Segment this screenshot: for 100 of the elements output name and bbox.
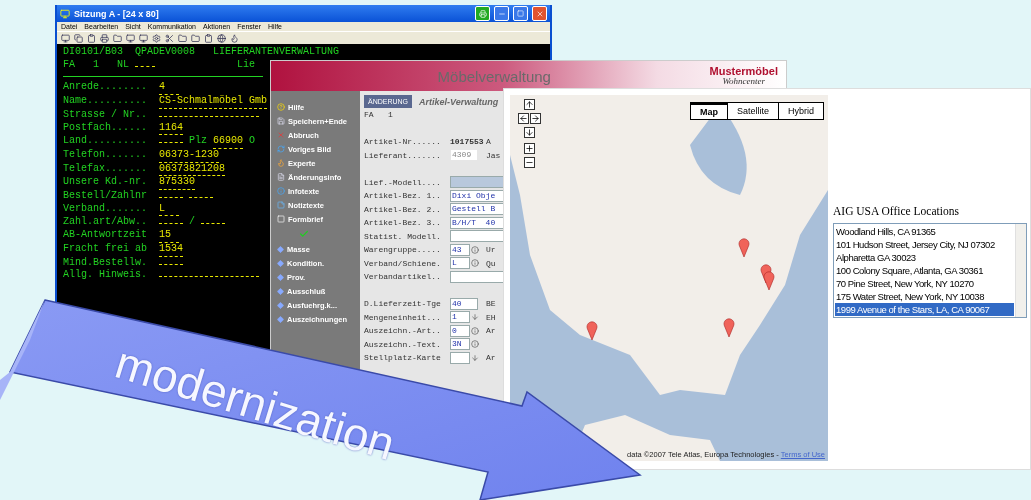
pan-right-button[interactable]	[530, 113, 541, 124]
map-pin-icon[interactable]	[738, 237, 750, 257]
toolbar-icon[interactable]	[191, 33, 200, 43]
input-field[interactable]: 1534	[159, 242, 183, 257]
input-field[interactable]: 06373-1230	[159, 148, 219, 163]
location-list[interactable]	[833, 223, 1027, 318]
map-type-button[interactable]: Hybrid	[778, 103, 823, 119]
field-label: Statist. Modell.	[364, 231, 442, 241]
field-label: EH	[486, 312, 496, 322]
input-field[interactable]	[450, 270, 504, 283]
input-field[interactable]: L	[450, 257, 470, 270]
field-label: Bestell/Zahlnr	[63, 190, 148, 203]
arrow-down-icon	[525, 128, 534, 137]
input-field[interactable]: 43	[450, 243, 470, 256]
zoom-out-button[interactable]	[524, 157, 535, 168]
field-label: Allg. Hinweis.	[63, 269, 148, 282]
field-label: Qu	[486, 258, 496, 268]
toolbar-icon[interactable]	[204, 33, 213, 43]
info-icon[interactable]	[471, 245, 479, 254]
map-pin-icon[interactable]	[763, 270, 775, 290]
input-field[interactable]: 66900	[213, 135, 244, 149]
maximize-button[interactable]	[513, 6, 528, 21]
list-item[interactable]: Woodland Hills, CA 91365	[835, 225, 1014, 238]
field-label: O	[249, 135, 256, 148]
input-field[interactable]: B/H/T 40	[450, 216, 504, 229]
input-field[interactable]: 4309	[450, 149, 478, 162]
info-icon[interactable]	[471, 326, 479, 335]
input-field[interactable]: 875330	[159, 176, 195, 191]
input-field[interactable]	[450, 351, 470, 364]
field-label: Unsere Kd.-nr.	[63, 176, 148, 190]
field-label: Ar	[486, 353, 496, 363]
info-icon[interactable]	[471, 259, 479, 268]
square-icon	[277, 215, 285, 223]
map-pin-icon[interactable]	[723, 317, 735, 337]
input-field[interactable]: 40	[450, 297, 478, 310]
field-label: Verband.......	[63, 202, 148, 216]
list-item[interactable]: 101 Hudson Street, Jersey City, NJ 07302	[835, 238, 1014, 251]
input-field[interactable]: 1	[450, 311, 470, 324]
field-label: D.Lieferzeit-Tge	[364, 299, 442, 309]
input-field[interactable]: 4	[159, 81, 179, 96]
field-label: Anrede........	[63, 81, 148, 95]
pan-left-button[interactable]	[518, 113, 529, 124]
toolbar-icon[interactable]	[178, 33, 187, 43]
input-field[interactable]: 0	[450, 324, 470, 337]
toolbar-icon[interactable]	[87, 33, 96, 43]
list-item[interactable]: 100 Colony Square, Atlanta, GA 30361	[835, 264, 1014, 277]
input-field[interactable]: CS-Schmalmöbel Gmb	[159, 95, 268, 109]
field-value: 1017553	[450, 137, 484, 147]
toolbar-icon[interactable]	[152, 33, 161, 43]
toolbar-icon[interactable]	[61, 33, 70, 43]
field-label: Ur	[486, 245, 496, 255]
list-item[interactable]: 1999 Avenue of the Stars, LA, CA 90067	[835, 303, 1014, 316]
pan-up-button[interactable]	[524, 99, 535, 110]
close-button[interactable]	[532, 6, 547, 21]
window-title: Sitzung A - [24 x 80]	[74, 8, 160, 19]
pan-down-button[interactable]	[524, 127, 535, 138]
logo-text: Mustermöbel	[709, 66, 778, 77]
field-label: Verband/Schiene.	[364, 258, 442, 268]
input-field[interactable]: 3N	[450, 338, 470, 351]
toolbar-icon[interactable]	[74, 33, 83, 43]
info-icon[interactable]	[471, 340, 479, 349]
field-label: Postfach......	[63, 121, 148, 135]
input-field[interactable]: 15	[159, 229, 179, 243]
toolbar-icon[interactable]	[165, 33, 174, 43]
close-icon	[277, 131, 285, 139]
app-icon	[60, 8, 70, 19]
field-label: Fracht frei ab	[63, 242, 148, 256]
scrollbar[interactable]	[1015, 224, 1026, 317]
field-label: Telefax.......	[63, 162, 148, 176]
print-button[interactable]	[475, 6, 490, 21]
input-field[interactable]	[450, 176, 504, 189]
minimize-button[interactable]	[494, 6, 509, 21]
field-label: A	[486, 137, 491, 147]
toolbar-icon[interactable]	[139, 33, 148, 43]
toolbar-icon[interactable]	[126, 33, 135, 43]
arrow-left-icon	[519, 114, 528, 123]
input-field[interactable]: L	[159, 202, 179, 217]
field-label: FA 1	[364, 110, 394, 120]
input-field[interactable]: Gestell B	[450, 203, 504, 216]
toolbar-icon[interactable]	[230, 33, 239, 43]
list-item[interactable]: 175 Water Street, New York, NY 10038	[835, 290, 1014, 303]
map-type-button[interactable]: Satellite	[726, 103, 778, 119]
input-field[interactable]	[450, 230, 504, 243]
toolbar-icon[interactable]	[100, 33, 109, 43]
toolbar-icon[interactable]	[113, 33, 122, 43]
zoom-in-button[interactable]	[524, 143, 535, 154]
field-label: Lieferant.......	[364, 150, 442, 160]
map-pin-icon[interactable]	[586, 320, 598, 340]
arrow-up-icon	[525, 100, 534, 109]
save-icon	[277, 117, 285, 125]
map-type-button[interactable]: Map	[690, 103, 727, 119]
form-title: Artikel-Verwaltung	[419, 96, 499, 107]
list-item[interactable]: 70 Pine Street, New York, NY 10270	[835, 277, 1014, 290]
field-label: Land..........	[63, 135, 148, 148]
list-item[interactable]: Alpharetta GA 30023	[835, 251, 1014, 264]
input-field[interactable]: Dixi Obje	[450, 189, 504, 202]
input-field[interactable]: 1164	[159, 121, 183, 136]
field-label: Artikel-Bez. 3..	[364, 218, 442, 228]
toolbar-icon[interactable]	[217, 33, 226, 43]
input-field[interactable]: 06373821208	[159, 162, 225, 177]
